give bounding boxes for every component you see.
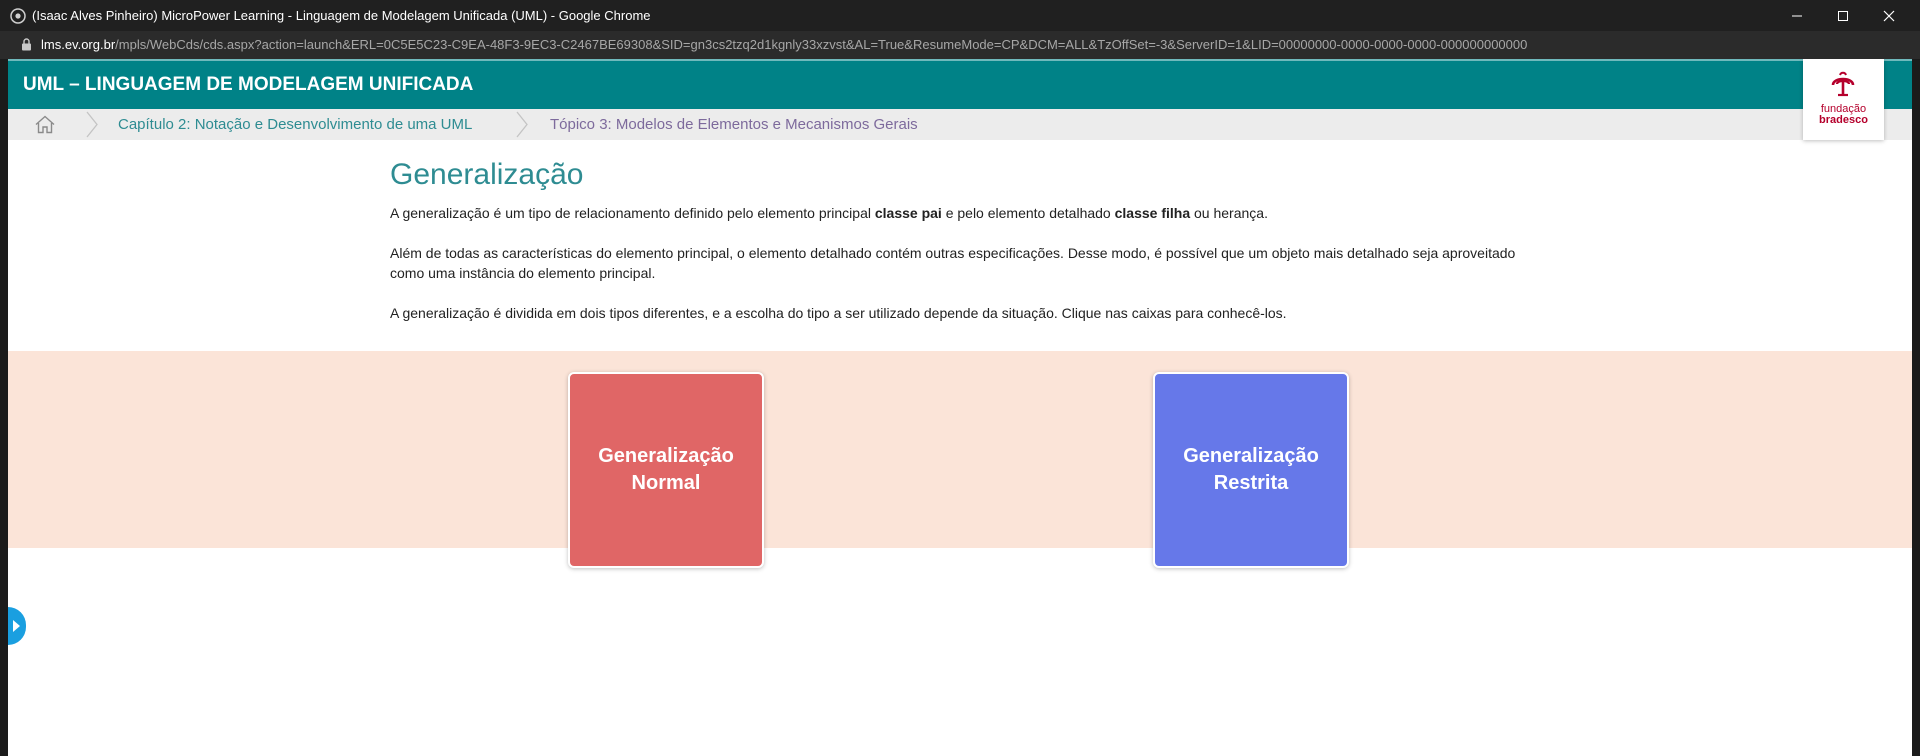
- course-title: UML – LINGUAGEM DE MODELAGEM UNIFICADA: [23, 74, 474, 95]
- card-label-line2: Restrita: [1213, 472, 1289, 494]
- generalizacao-restrita-card[interactable]: Generalização Restrita: [1153, 372, 1349, 568]
- fundacao-bradesco-logo: fundação bradesco: [1803, 59, 1884, 140]
- paragraph-definition: A generalização é um tipo de relacioname…: [390, 203, 1520, 223]
- card-label-line1: Generalização: [1183, 445, 1319, 467]
- chevron-right-icon: [86, 111, 98, 138]
- address-bar[interactable]: lms.ev.org.br/mpls/WebCds/cds.aspx?actio…: [0, 31, 1920, 59]
- home-icon[interactable]: [34, 115, 56, 134]
- paragraph-text: e pelo elemento detalhado: [941, 205, 1115, 221]
- url-path: /mpls/WebCds/cds.aspx?action=launch&ERL=…: [115, 37, 1528, 52]
- logo-text-bradesco: bradesco: [1819, 114, 1868, 126]
- chrome-icon: [10, 8, 26, 24]
- page-content: UML – LINGUAGEM DE MODELAGEM UNIFICADA f…: [8, 59, 1912, 756]
- close-window-button[interactable]: [1866, 0, 1912, 31]
- maximize-icon: [1838, 10, 1848, 21]
- lock-icon: [22, 38, 31, 51]
- card-label: Generalização Restrita: [1183, 443, 1319, 497]
- paragraph-instruction: A generalização é dividida em dois tipos…: [390, 305, 1287, 321]
- page-title: Generalização: [390, 158, 584, 191]
- cards-band: Generalização Normal Generalização Restr…: [8, 351, 1912, 568]
- window-border-left: [0, 59, 8, 756]
- generalizacao-normal-card[interactable]: Generalização Normal: [568, 372, 764, 568]
- chevron-right-icon: [516, 111, 528, 138]
- play-arrow-icon: [13, 620, 20, 632]
- paragraph-details: Além de todas as características do elem…: [390, 245, 1516, 281]
- breadcrumb-topic[interactable]: Tópico 3: Modelos de Elementos e Mecanis…: [550, 109, 918, 140]
- breadcrumb: Capítulo 2: Notação e Desenvolvimento de…: [8, 109, 1912, 140]
- bradesco-logo-icon: [1831, 71, 1855, 97]
- url-text[interactable]: lms.ev.org.br/mpls/WebCds/cds.aspx?actio…: [41, 31, 1527, 59]
- maximize-button[interactable]: [1820, 0, 1866, 31]
- term-classe-pai: classe pai: [874, 205, 942, 221]
- window-border-right: [1912, 59, 1920, 756]
- close-icon: [1883, 10, 1895, 21]
- minimize-button[interactable]: [1774, 0, 1820, 31]
- paragraph-text: ou herança.: [1190, 205, 1268, 221]
- window-titlebar: (Isaac Alves Pinheiro) MicroPower Learni…: [0, 0, 1920, 31]
- window-title: (Isaac Alves Pinheiro) MicroPower Learni…: [32, 8, 651, 23]
- paragraph-text: A generalização é um tipo de relacioname…: [390, 205, 875, 221]
- card-label: Generalização Normal: [598, 443, 734, 497]
- side-menu-toggle[interactable]: [8, 607, 26, 645]
- card-label-line1: Generalização: [598, 445, 734, 467]
- url-host: lms.ev.org.br: [41, 37, 116, 52]
- term-classe-filha: classe filha: [1114, 205, 1191, 221]
- breadcrumb-chapter[interactable]: Capítulo 2: Notação e Desenvolvimento de…: [118, 109, 472, 140]
- course-header: UML – LINGUAGEM DE MODELAGEM UNIFICADA: [8, 59, 1912, 109]
- card-label-line2: Normal: [631, 472, 701, 494]
- minimize-icon: [1792, 15, 1802, 16]
